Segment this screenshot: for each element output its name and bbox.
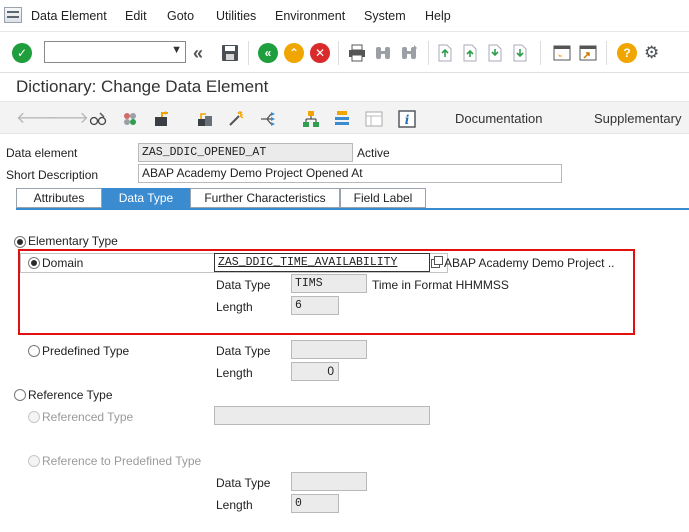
- print-icon[interactable]: [348, 44, 366, 62]
- ref-predefined-type-radio: [28, 455, 40, 467]
- exit-icon[interactable]: ⌃: [284, 43, 304, 63]
- short-description-label: Short Description: [6, 168, 99, 182]
- menu-data-element[interactable]: Data Element: [31, 9, 107, 23]
- ref-predefined-data-type-field: [291, 472, 367, 491]
- command-field[interactable]: ▼: [44, 41, 186, 63]
- menu-edit[interactable]: Edit: [125, 9, 147, 23]
- fast-rewind-icon[interactable]: «: [193, 44, 211, 62]
- status-text: Active: [357, 146, 390, 160]
- test-icon[interactable]: [227, 110, 245, 128]
- elementary-type-radio[interactable]: [14, 236, 26, 248]
- data-element-label: Data element: [6, 146, 78, 160]
- previous-page-icon[interactable]: [461, 44, 479, 62]
- last-page-icon[interactable]: [511, 44, 529, 62]
- ref-predefined-length-label: Length: [216, 498, 253, 512]
- elementary-type-label: Elementary Type: [28, 234, 118, 248]
- create-shortcut-icon[interactable]: [579, 44, 597, 62]
- forward-arrow-icon[interactable]: 🡒: [46, 110, 89, 128]
- standard-toolbar: ✓ ▼ « « ⌃ ✕ ? ⚙: [0, 33, 689, 73]
- highlight-box: [18, 249, 635, 335]
- predefined-type-radio[interactable]: [28, 345, 40, 357]
- help-icon[interactable]: ?: [617, 43, 637, 63]
- create-session-icon[interactable]: [553, 44, 571, 62]
- save-icon[interactable]: [221, 44, 239, 62]
- find-icon[interactable]: [374, 44, 392, 62]
- object-list-icon[interactable]: [333, 110, 351, 128]
- back-arrow-icon[interactable]: 🡐: [16, 110, 59, 128]
- predefined-data-type-field: [291, 340, 367, 359]
- menu-utilities[interactable]: Utilities: [216, 9, 256, 23]
- back-icon[interactable]: «: [258, 43, 278, 63]
- hierarchy-icon[interactable]: [302, 110, 320, 128]
- system-menu-icon[interactable]: [4, 7, 22, 23]
- application-toolbar: 🡐 🡒 i Documentation Supplementary: [0, 101, 689, 134]
- ref-predefined-data-type-label: Data Type: [216, 476, 271, 490]
- display-change-icon[interactable]: [89, 110, 107, 128]
- menu-goto[interactable]: Goto: [167, 9, 194, 23]
- documentation-button[interactable]: Documentation: [455, 111, 542, 126]
- settings-icon[interactable]: ⚙: [644, 44, 662, 62]
- menu-environment[interactable]: Environment: [275, 9, 345, 23]
- tab-further-characteristics[interactable]: Further Characteristics: [190, 188, 340, 208]
- predefined-type-label: Predefined Type: [42, 344, 130, 358]
- ref-predefined-type-label: Reference to Predefined Type: [42, 454, 202, 468]
- info-icon[interactable]: i: [398, 110, 416, 128]
- referenced-type-radio: [28, 411, 40, 423]
- referenced-type-field: [214, 406, 430, 425]
- next-page-icon[interactable]: [486, 44, 504, 62]
- data-element-field: ZAS_DDIC_OPENED_AT: [138, 143, 353, 162]
- activate-icon[interactable]: [196, 110, 214, 128]
- cancel-icon[interactable]: ✕: [310, 43, 330, 63]
- reference-type-radio[interactable]: [14, 389, 26, 401]
- tab-data-type[interactable]: Data Type: [102, 188, 190, 208]
- tab-attributes[interactable]: Attributes: [16, 188, 102, 208]
- other-object-icon[interactable]: [121, 110, 139, 128]
- enter-icon[interactable]: ✓: [12, 43, 32, 63]
- referenced-type-label: Referenced Type: [42, 410, 134, 424]
- menu-help[interactable]: Help: [425, 9, 451, 23]
- display-object-list-icon[interactable]: [365, 110, 383, 128]
- menu-system[interactable]: System: [364, 9, 406, 23]
- menu-bar: Data Element Edit Goto Utilities Environ…: [0, 0, 689, 32]
- ref-predefined-length-field: 0: [291, 494, 339, 513]
- short-description-field[interactable]: ABAP Academy Demo Project Opened At: [138, 164, 562, 183]
- reference-type-label: Reference Type: [28, 388, 113, 402]
- svg-text:i: i: [405, 113, 410, 127]
- command-dropdown-icon[interactable]: ▼: [171, 44, 182, 56]
- check-icon[interactable]: [153, 110, 171, 128]
- predefined-length-field: 0: [291, 362, 339, 381]
- tab-underline: [16, 208, 689, 210]
- where-used-icon[interactable]: [259, 110, 277, 128]
- find-next-icon[interactable]: [400, 44, 418, 62]
- supplementary-button[interactable]: Supplementary: [594, 111, 681, 126]
- page-title: Dictionary: Change Data Element: [16, 77, 269, 96]
- first-page-icon[interactable]: [436, 44, 454, 62]
- predefined-data-type-label: Data Type: [216, 344, 271, 358]
- predefined-length-label: Length: [216, 366, 253, 380]
- tab-field-label[interactable]: Field Label: [340, 188, 426, 208]
